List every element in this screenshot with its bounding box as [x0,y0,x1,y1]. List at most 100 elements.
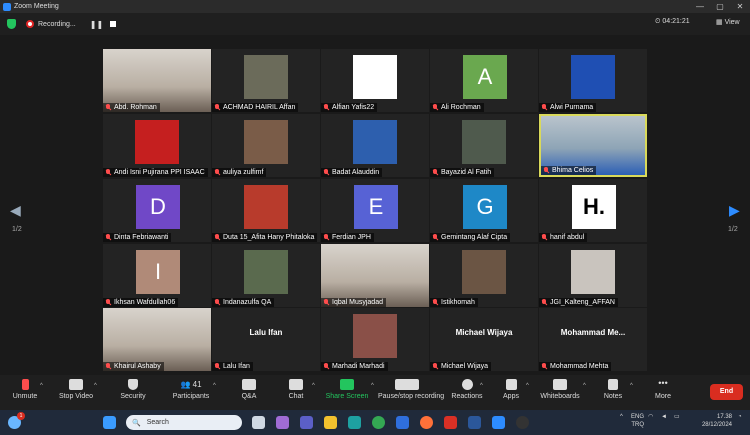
participant-tile[interactable]: Khairul Ashaby [103,308,211,371]
participants-icon: 👥 41 [180,380,202,389]
apps-chevron-icon[interactable]: ^ [526,383,529,389]
muted-mic-icon [214,299,220,306]
notes-chevron-icon[interactable]: ^ [630,383,633,389]
recording-indicator: Recording... [26,20,76,28]
more-button[interactable]: ••• More [638,379,688,401]
participant-tile[interactable]: Marhadi Marhadi [321,308,429,371]
zoom-taskbar-icon[interactable] [492,416,505,429]
clock[interactable]: 17.38 28/12/2024 [690,413,732,429]
timer-text: 04:21:21 [662,18,690,25]
whiteboards-button[interactable]: Whiteboards [535,379,585,400]
word-icon[interactable] [468,416,481,429]
maximize-button[interactable]: ▢ [710,2,730,11]
participant-photo [353,314,397,358]
taskbar-search[interactable]: 🔍 Search [126,415,242,430]
stop-recording-icon[interactable] [110,21,117,27]
muted-mic-icon [214,234,220,241]
participant-photo [462,250,506,294]
participant-tile[interactable]: G Gemintang Alaf Cipta [430,179,538,242]
participant-tile[interactable]: Michael Wijaya Michael Wijaya [430,308,538,371]
store-icon[interactable] [396,416,409,429]
participant-tile[interactable]: Istikhomah [430,244,538,307]
pause-recording-icon[interactable]: ❚❚ [90,20,103,29]
participant-tile[interactable]: Bayazid Al Fatih [430,114,538,177]
participant-name: Ferdian JPH [332,234,371,241]
participant-tile[interactable]: Abd. Rohman [103,49,211,112]
stop-video-label: Stop Video [58,393,94,400]
participant-name-bar: Bayazid Al Fatih [430,168,495,177]
page-indicator-right: 1/2 [728,226,738,233]
prev-page-arrow-icon[interactable]: ◀ [10,202,21,219]
zoom-app-icon [3,2,11,11]
notification-bell-icon[interactable]: ◔ [738,413,742,421]
participants-chevron-icon[interactable]: ^ [213,383,216,389]
teams-icon[interactable] [300,416,313,429]
participant-tile[interactable]: Andi Isni Pujirana PPI ISAAC [103,114,211,177]
participant-tile[interactable]: ACHMAD HAIRIL Affan [212,49,320,112]
participants-label: Participants [172,393,210,400]
participant-display-name: Michael Wijaya [455,328,513,337]
shield-security-icon [128,379,138,390]
video-options-chevron-icon[interactable]: ^ [94,383,97,389]
participant-photo [571,55,615,99]
muted-mic-icon [214,363,220,370]
participant-tile[interactable]: auliya zulfimf [212,114,320,177]
task-view-icon[interactable] [252,416,265,429]
participant-tile[interactable]: Bhima Celios [539,114,647,177]
participant-name: JGI_Kalteng_AFFAN [550,299,615,306]
participant-tile[interactable]: D Dinta Febriawanti [103,179,211,242]
battery-icon[interactable]: ▭ [674,413,680,421]
volume-icon[interactable]: ◄ [661,413,667,421]
participant-tile[interactable]: JGI_Kalteng_AFFAN [539,244,647,307]
minimize-button[interactable]: — [690,2,710,11]
participant-photo [353,55,397,99]
whiteboards-chevron-icon[interactable]: ^ [583,383,586,389]
participant-tile[interactable]: Mohammad Me... Mohammad Mehta [539,308,647,371]
participant-tile[interactable]: Iqbal Musyjadad [321,244,429,307]
share-screen-button[interactable]: Share Screen [322,379,372,400]
participant-tile[interactable]: Lalu Ifan Lalu Ifan [212,308,320,371]
end-meeting-button[interactable]: End [710,384,743,400]
chrome-icon[interactable] [372,416,385,429]
share-chevron-icon[interactable]: ^ [371,383,374,389]
participant-tile[interactable]: I Ikhsan Wafdullah06 [103,244,211,307]
firefox-icon[interactable] [420,416,433,429]
participant-tile[interactable]: E Ferdian JPH [321,179,429,242]
participant-tile[interactable]: H. hanif abdul [539,179,647,242]
reactions-button[interactable]: Reactions [442,379,492,400]
participant-tile[interactable]: Indanazulfa QA [212,244,320,307]
participant-name: Ikhsan Wafdullah06 [114,299,176,306]
edge-icon[interactable] [348,416,361,429]
media-player-icon[interactable] [516,416,529,429]
next-page-arrow-icon[interactable]: ▶ [729,202,740,219]
participant-tile[interactable]: A Ali Rochman [430,49,538,112]
participant-tile[interactable]: Alfian Yafis22 [321,49,429,112]
view-button[interactable]: ▦ View [716,18,740,26]
language-indicator[interactable]: ENG TRQ [624,413,644,429]
app-icon[interactable] [444,416,457,429]
copilot-icon[interactable] [276,416,289,429]
close-button[interactable]: ✕ [730,2,750,11]
participant-name: Bayazid Al Fatih [441,169,492,176]
participant-name-bar: Michael Wijaya [430,362,492,371]
chat-chevron-icon[interactable]: ^ [312,383,315,389]
participant-name-bar: Dinta Febriawanti [103,233,172,242]
participant-name-bar: hanif abdul [539,233,588,242]
participant-tile[interactable]: Duta 15_Afita Hany Phitaloka [212,179,320,242]
participant-tile[interactable]: Badat Alauddin [321,114,429,177]
windows-start-icon[interactable] [103,416,116,429]
reactions-chevron-icon[interactable]: ^ [480,383,483,389]
file-explorer-icon[interactable] [324,416,337,429]
participant-tile[interactable]: Alwi Purnama [539,49,647,112]
muted-mic-icon [105,234,111,241]
muted-mic-icon [323,299,329,306]
audio-options-chevron-icon[interactable]: ^ [40,383,43,389]
wifi-icon[interactable]: ◠ [648,413,653,421]
pause-stop-recording-button[interactable]: Pause/stop recording [378,379,444,400]
security-button[interactable]: Security [108,379,158,400]
shield-icon[interactable] [7,19,16,29]
participants-button[interactable]: 👥 41 Participants [166,379,216,400]
qa-button[interactable]: Q&A [224,379,274,400]
tray-expand-icon[interactable]: ^ [620,413,623,421]
share-screen-icon [340,379,354,390]
